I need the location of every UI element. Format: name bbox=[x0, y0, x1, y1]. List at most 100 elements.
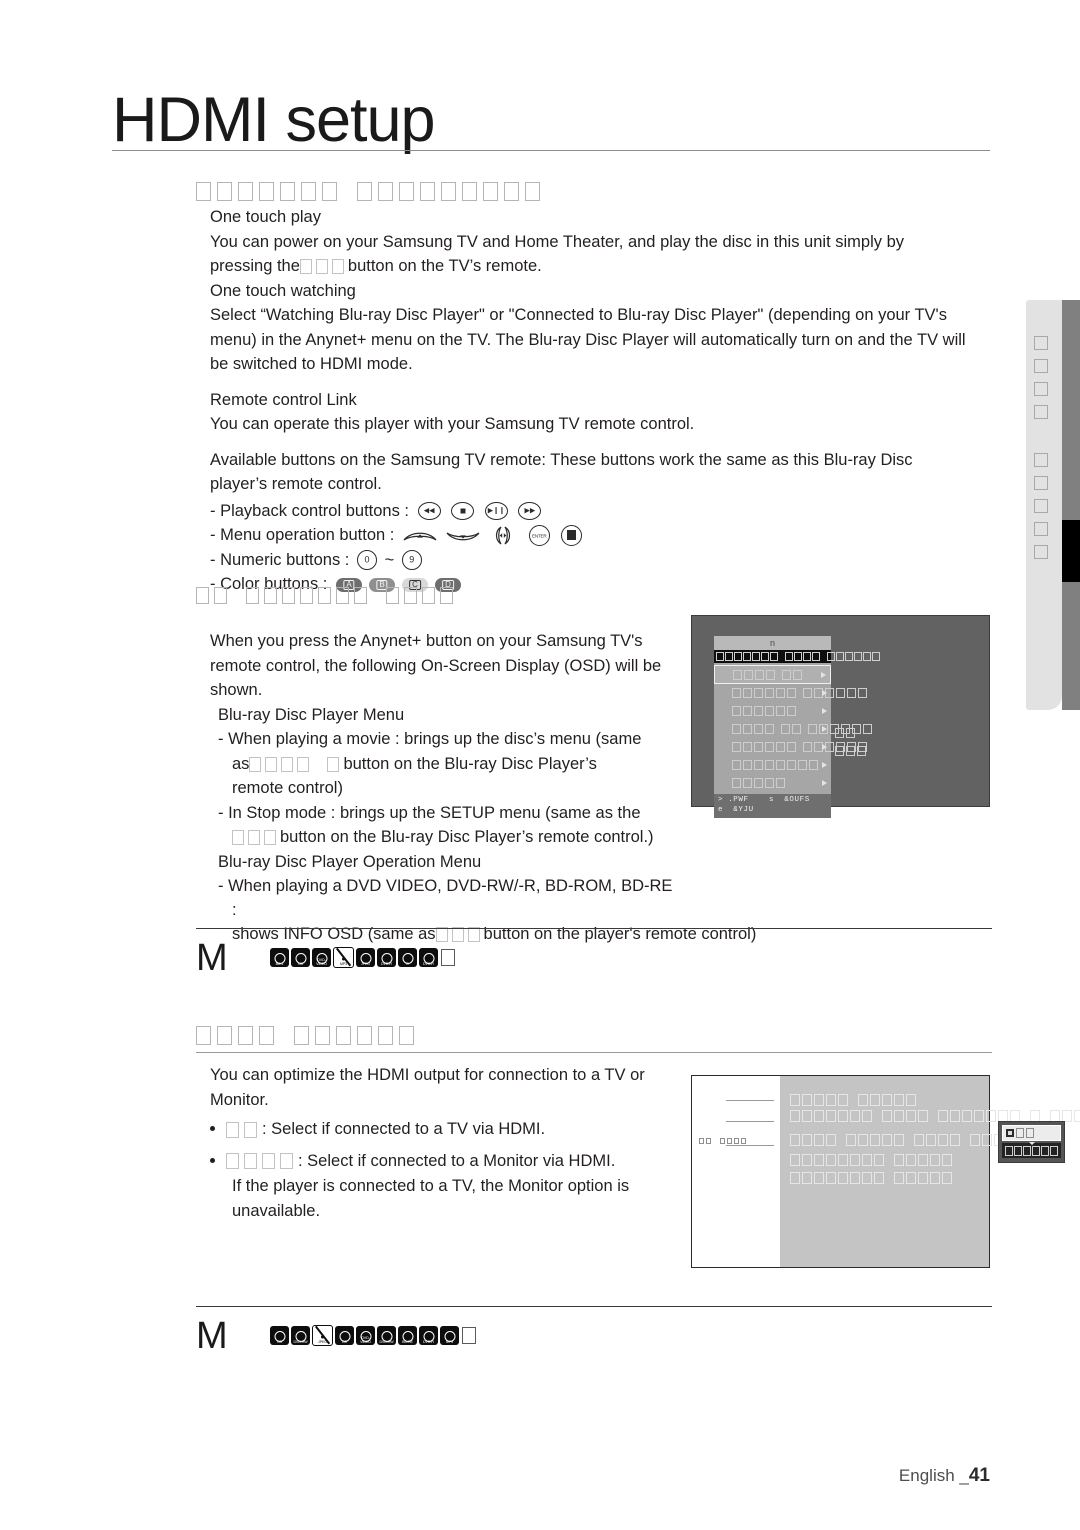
missing-glyph-box bbox=[300, 587, 313, 605]
stop-icon[interactable] bbox=[451, 502, 475, 521]
osd-menu-item[interactable] bbox=[714, 684, 867, 702]
missing-glyph-box bbox=[259, 1026, 274, 1046]
bullet-dot-icon bbox=[210, 1126, 215, 1131]
missing-glyph-box bbox=[265, 756, 278, 772]
footer-page-number: 41 bbox=[968, 1465, 990, 1486]
paragraph-tail: button on the TV’s remote. bbox=[347, 257, 542, 275]
rewind-icon[interactable]: ◀◀ bbox=[417, 502, 441, 521]
note-marker: M bbox=[196, 937, 228, 979]
settings-glyph bbox=[894, 1172, 904, 1184]
page-footer: English _41 bbox=[0, 1465, 990, 1487]
osd-glyph bbox=[743, 778, 752, 788]
osd-glyph bbox=[835, 728, 844, 738]
enter-icon[interactable]: ENTER bbox=[528, 525, 550, 547]
missing-glyph-box bbox=[462, 1327, 476, 1344]
numeric-zero-icon[interactable]: 0 bbox=[356, 550, 377, 571]
glyph bbox=[720, 1138, 725, 1144]
osd-menu-item[interactable] bbox=[714, 720, 872, 738]
osd-header-row bbox=[714, 650, 880, 663]
fast-forward-icon[interactable]: ▶▶ bbox=[518, 502, 542, 521]
settings-glyph bbox=[926, 1134, 936, 1146]
osd-glyph bbox=[754, 742, 763, 752]
osd-glyph bbox=[808, 724, 817, 734]
missing-glyph-box bbox=[280, 1153, 293, 1170]
settings-glyph bbox=[1016, 1128, 1024, 1138]
osd-glyph bbox=[836, 652, 844, 661]
settings-row[interactable] bbox=[790, 1094, 916, 1106]
arrow-left-right-icon[interactable] bbox=[488, 526, 518, 545]
settings-glyph bbox=[790, 1094, 800, 1106]
settings-dropdown-popup[interactable] bbox=[998, 1121, 1065, 1163]
dropdown-option[interactable] bbox=[1002, 1143, 1061, 1158]
disc-format-badge: D bbox=[398, 948, 417, 967]
osd-glyph bbox=[872, 652, 880, 661]
missing-glyph-box bbox=[322, 182, 337, 202]
side-tab-glyph bbox=[1034, 359, 1048, 373]
settings-glyph bbox=[962, 1110, 972, 1122]
osd-glyph bbox=[743, 742, 752, 752]
disc-format-badge: BD-1 bbox=[270, 948, 289, 967]
paragraph: You can power on your Samsung TV and Hom… bbox=[210, 232, 905, 251]
disc-format-badge: DVD-RW bbox=[291, 1326, 310, 1345]
settings-glyph bbox=[906, 1094, 916, 1106]
missing-glyph-box bbox=[262, 1153, 275, 1170]
disc-format-badge: JPEG bbox=[312, 1325, 333, 1346]
osd-footer-line2: e &YJU bbox=[718, 805, 754, 814]
arrow-up-icon[interactable] bbox=[403, 528, 437, 543]
osd-menu-item[interactable] bbox=[714, 665, 831, 684]
settings-glyph bbox=[938, 1110, 948, 1122]
osd-menu-item[interactable] bbox=[714, 738, 867, 756]
osd-menu-item[interactable] bbox=[714, 702, 831, 720]
osd-glyph bbox=[776, 706, 785, 716]
chevron-right-icon bbox=[821, 671, 826, 678]
play-pause-icon[interactable]: ▶❙❙ bbox=[484, 502, 508, 521]
title-divider bbox=[112, 150, 990, 151]
osd-glyph bbox=[857, 746, 866, 756]
paragraph: When you press the Anynet+ button on you… bbox=[210, 632, 643, 650]
playback-control-buttons-row: - Playback control buttons : ◀◀ ▶❙❙ ▶▶ bbox=[210, 500, 1010, 524]
side-tab-glyphs bbox=[1034, 336, 1048, 559]
osd-glyph bbox=[794, 652, 802, 661]
osd-menu-item[interactable] bbox=[714, 774, 831, 792]
osd-glyph bbox=[836, 688, 845, 698]
dropdown-selected-option[interactable] bbox=[1002, 1125, 1061, 1141]
settings-glyph bbox=[846, 1134, 856, 1146]
dropdown-caret-icon bbox=[1028, 1142, 1035, 1145]
missing-glyph-box bbox=[238, 182, 253, 202]
osd-overflow-glyphs bbox=[835, 746, 866, 756]
return-icon[interactable] bbox=[561, 525, 583, 547]
settings-row[interactable] bbox=[790, 1172, 952, 1184]
arrow-down-icon[interactable] bbox=[446, 528, 480, 543]
missing-glyph-box bbox=[441, 949, 455, 966]
settings-glyph bbox=[894, 1134, 904, 1146]
missing-glyph-box bbox=[217, 182, 232, 202]
settings-glyph bbox=[790, 1154, 800, 1166]
paragraph: One touch watching bbox=[210, 281, 356, 300]
paragraph: be switched to HDMI mode. bbox=[210, 355, 413, 373]
osd-glyph bbox=[754, 706, 763, 716]
missing-glyph-box bbox=[399, 182, 414, 202]
disc-format-badge: CD bbox=[270, 1326, 289, 1345]
numeric-nine-icon[interactable]: 9 bbox=[401, 550, 422, 571]
disc-format-label: DVD-R bbox=[423, 1340, 434, 1344]
settings-glyph bbox=[1014, 1145, 1022, 1156]
osd-menu-item[interactable] bbox=[714, 756, 831, 774]
settings-glyph bbox=[790, 1172, 800, 1184]
paragraph: Blu-ray Disc Player Operation Menu bbox=[218, 852, 482, 871]
missing-glyph-box bbox=[504, 182, 519, 202]
paragraph-tail: button on the Blu-ray Disc Player’s bbox=[343, 754, 597, 773]
osd-glyph bbox=[734, 652, 742, 661]
disc-format-badge: DVD-VIDEO bbox=[312, 948, 331, 967]
glyph bbox=[706, 1138, 711, 1144]
chevron-right-icon bbox=[822, 726, 827, 732]
settings-row[interactable] bbox=[790, 1154, 952, 1166]
side-tab bbox=[1026, 300, 1062, 710]
missing-glyph-box bbox=[462, 182, 477, 202]
settings-glyph bbox=[918, 1172, 928, 1184]
chevron-right-icon bbox=[822, 762, 827, 768]
osd-glyph bbox=[770, 652, 778, 661]
settings-glyph bbox=[1023, 1145, 1031, 1156]
missing-glyph-box bbox=[217, 1026, 232, 1046]
row-label: - Numeric buttons : bbox=[210, 550, 350, 569]
settings-glyph bbox=[838, 1110, 848, 1122]
